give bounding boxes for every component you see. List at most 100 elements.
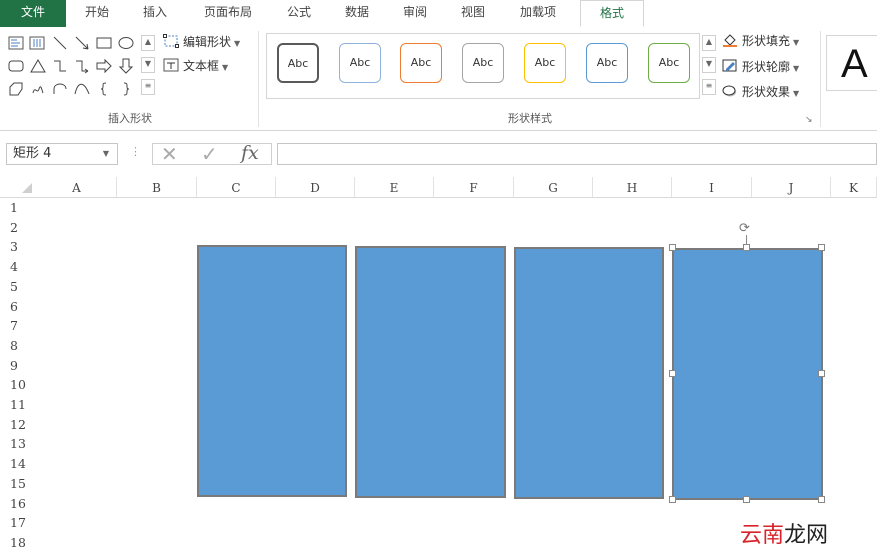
shape-style-preset[interactable]: Abc	[462, 43, 504, 83]
dialog-launcher-icon[interactable]: ↘	[805, 115, 813, 125]
oval-shape-icon[interactable]	[118, 35, 134, 51]
row-header-2[interactable]: 2	[0, 218, 37, 238]
resize-handle[interactable]	[818, 244, 825, 251]
column-header-f[interactable]: F	[434, 177, 514, 197]
arc-shape-icon[interactable]	[52, 81, 68, 97]
row-header-9[interactable]: 9	[0, 356, 37, 376]
column-header-j[interactable]: J	[752, 177, 831, 197]
edit-shape-button[interactable]: 编辑形状 ▼	[163, 33, 240, 51]
resize-handle[interactable]	[743, 496, 750, 503]
column-header-c[interactable]: C	[197, 177, 276, 197]
chevron-down-icon: ▼	[793, 89, 800, 98]
resize-handle[interactable]	[818, 496, 825, 503]
shape-style-preset[interactable]: Abc	[524, 43, 566, 83]
tab-insert[interactable]: 插入	[130, 0, 180, 27]
shape-style-preset[interactable]: Abc	[277, 43, 319, 83]
curve-shape-icon[interactable]	[74, 81, 90, 97]
down-arrow-shape-icon[interactable]	[118, 58, 134, 74]
column-header-a[interactable]: A	[37, 177, 117, 197]
column-header-i[interactable]: I	[672, 177, 752, 197]
cancel-icon[interactable]: ✕	[161, 144, 178, 164]
right-arrow-shape-icon[interactable]	[96, 58, 112, 74]
vertical-textbox-shape-icon[interactable]	[29, 35, 45, 51]
elbow-arrow-connector-shape-icon[interactable]	[74, 58, 90, 74]
tab-formulas[interactable]: 公式	[276, 0, 322, 27]
row-header-3[interactable]: 3	[0, 237, 37, 257]
gallery-scroll-up-icon[interactable]: ▲	[141, 35, 155, 51]
row-header-14[interactable]: 14	[0, 454, 37, 474]
resize-handle[interactable]	[669, 370, 676, 377]
tab-file[interactable]: 文件	[0, 0, 66, 27]
row-header-12[interactable]: 12	[0, 415, 37, 435]
column-header-k[interactable]: K	[831, 177, 877, 197]
shape-outline-button[interactable]: 形状轮廓 ▼	[722, 58, 799, 76]
gallery-more-icon[interactable]: ≡	[141, 79, 155, 95]
tab-data[interactable]: 数据	[334, 0, 380, 27]
gallery-scroll-down-icon[interactable]: ▼	[141, 57, 155, 73]
shape-style-preset[interactable]: Abc	[586, 43, 628, 83]
tab-view[interactable]: 视图	[450, 0, 496, 27]
scribble-shape-icon[interactable]	[30, 81, 46, 97]
row-header-6[interactable]: 6	[0, 297, 37, 317]
column-header-d[interactable]: D	[276, 177, 355, 197]
rectangle-shape-4-selected[interactable]	[672, 248, 823, 500]
row-header-7[interactable]: 7	[0, 316, 37, 336]
row-header-8[interactable]: 8	[0, 336, 37, 356]
row-header-16[interactable]: 16	[0, 494, 37, 514]
rectangle-shape-3[interactable]	[514, 247, 664, 499]
tab-home[interactable]: 开始	[72, 0, 122, 27]
shape-style-preset[interactable]: Abc	[648, 43, 690, 83]
textbox-shape-icon[interactable]	[8, 35, 24, 51]
insert-function-button[interactable]: fx	[241, 142, 259, 164]
enter-check-icon[interactable]: ✓	[201, 144, 218, 164]
insert-shapes-group-label: 插入形状	[108, 112, 152, 125]
shape-effects-button[interactable]: 形状效果 ▼	[722, 83, 799, 101]
resize-handle[interactable]	[818, 370, 825, 377]
row-header-10[interactable]: 10	[0, 375, 37, 395]
shape-fill-button[interactable]: 形状填充 ▼	[722, 32, 799, 50]
resize-handle[interactable]	[669, 244, 676, 251]
rectangle-shape-2[interactable]	[355, 246, 506, 498]
row-header-18[interactable]: 18	[0, 533, 37, 553]
elbow-connector-shape-icon[interactable]	[52, 58, 68, 74]
formula-input[interactable]	[277, 143, 877, 165]
tab-format[interactable]: 格式	[580, 0, 644, 27]
column-header-b[interactable]: B	[117, 177, 197, 197]
text-box-button[interactable]: 文本框 ▼	[163, 57, 228, 75]
name-box[interactable]: 矩形 4 ▼	[6, 143, 118, 165]
tab-page-layout[interactable]: 页面布局	[192, 0, 264, 27]
row-header-13[interactable]: 13	[0, 434, 37, 454]
resize-handle[interactable]	[669, 496, 676, 503]
row-header-1[interactable]: 1	[0, 198, 37, 218]
row-header-17[interactable]: 17	[0, 513, 37, 533]
column-header-h[interactable]: H	[593, 177, 672, 197]
styles-scroll-up-icon[interactable]: ▲	[702, 35, 716, 51]
right-brace-shape-icon[interactable]	[118, 81, 134, 97]
triangle-shape-icon[interactable]	[30, 58, 46, 74]
rounded-rect-shape-icon[interactable]	[8, 58, 24, 74]
select-all-corner[interactable]	[22, 183, 32, 193]
shape-effects-label: 形状效果	[742, 85, 791, 99]
styles-scroll-down-icon[interactable]: ▼	[702, 57, 716, 73]
line-shape-icon[interactable]	[52, 35, 68, 51]
rotate-handle-icon[interactable]: ⟳	[739, 222, 752, 235]
row-header-4[interactable]: 4	[0, 257, 37, 277]
tab-review[interactable]: 审阅	[392, 0, 438, 27]
column-header-g[interactable]: G	[514, 177, 593, 197]
arrow-line-shape-icon[interactable]	[74, 35, 90, 51]
shape-style-preset[interactable]: Abc	[339, 43, 381, 83]
rectangle-shape-icon[interactable]	[96, 35, 112, 51]
column-header-e[interactable]: E	[355, 177, 434, 197]
styles-more-icon[interactable]: ≡	[702, 79, 716, 95]
rectangle-shape-1[interactable]	[197, 245, 347, 497]
freeform-shape-icon[interactable]	[8, 81, 24, 97]
left-brace-shape-icon[interactable]	[96, 81, 112, 97]
tab-addins[interactable]: 加载项	[506, 0, 570, 27]
shape-style-preset[interactable]: Abc	[400, 43, 442, 83]
resize-handle[interactable]	[743, 244, 750, 251]
row-header-11[interactable]: 11	[0, 395, 37, 415]
row-header-5[interactable]: 5	[0, 277, 37, 297]
wordart-style-preview[interactable]: A	[826, 35, 877, 91]
row-header-15[interactable]: 15	[0, 474, 37, 494]
chevron-down-icon[interactable]: ▼	[103, 144, 109, 164]
